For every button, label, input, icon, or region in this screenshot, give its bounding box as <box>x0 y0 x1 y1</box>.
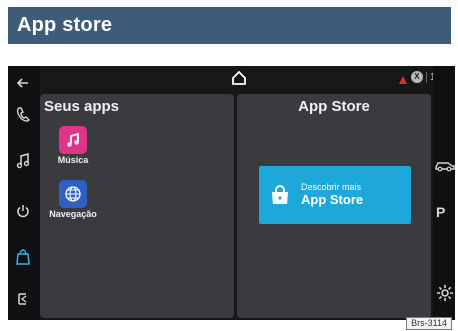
left-rail <box>8 66 40 320</box>
shopping-bag-icon <box>269 184 291 206</box>
discover-text: Descobrir mais App Store <box>301 182 364 207</box>
page-title: App store <box>17 14 113 36</box>
home-icon[interactable] <box>230 69 248 87</box>
app-label: Navegação <box>49 209 97 219</box>
your-apps-title: Seus apps <box>44 98 120 115</box>
status-bar: X 12:10 <box>40 66 455 92</box>
music-note-icon[interactable] <box>12 150 34 172</box>
app-label: Música <box>57 155 89 165</box>
power-icon[interactable] <box>12 200 34 222</box>
volume-icon[interactable] <box>12 288 34 310</box>
car-icon[interactable] <box>435 158 455 172</box>
signal-warning-icon <box>398 72 408 84</box>
settings-gear-icon[interactable] <box>436 284 454 302</box>
parking-icon[interactable]: P <box>436 204 445 220</box>
page: App store X Seus apps Música Navegação A… <box>0 0 458 331</box>
phone-icon[interactable] <box>12 104 34 126</box>
discover-line2: App Store <box>301 191 364 207</box>
app-store-title: App Store <box>298 98 370 115</box>
infotainment-screen: X 12:10 Seus apps Música Navegação Ap <box>8 66 455 320</box>
title-bar: App store <box>8 7 451 44</box>
your-apps-panel: Seus apps Música Navegação <box>40 94 234 318</box>
back-arrow-icon[interactable] <box>12 72 34 94</box>
music-note-icon <box>59 126 87 154</box>
app-store-panel: App Store Descobrir mais App Store <box>237 94 431 318</box>
right-rail: P <box>433 66 455 320</box>
discover-app-store-button[interactable]: Descobrir mais App Store <box>259 166 411 224</box>
app-tile-music[interactable]: Música <box>43 126 103 165</box>
status-badge: X <box>410 71 423 83</box>
reference-label: Brs-3114 <box>406 317 452 330</box>
app-tile-navigation[interactable]: Navegação <box>43 180 103 219</box>
globe-icon <box>59 180 87 208</box>
app-bag-icon[interactable] <box>12 246 34 268</box>
